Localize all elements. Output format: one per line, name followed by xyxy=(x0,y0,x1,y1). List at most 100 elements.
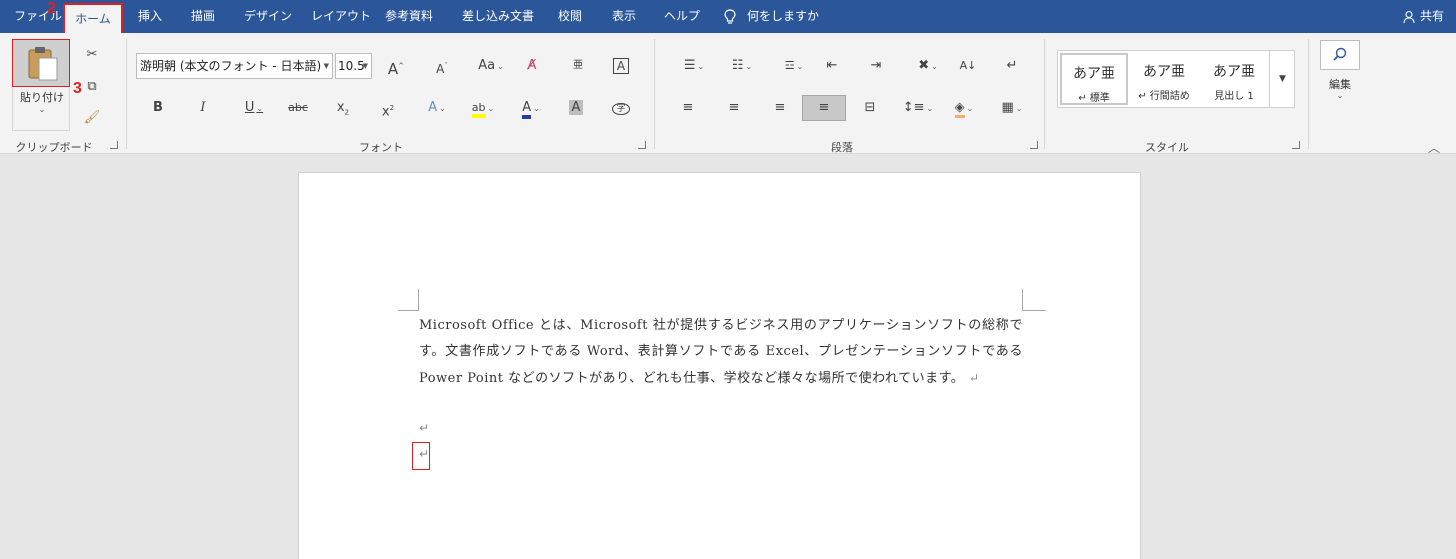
style-heading-1[interactable]: あア亜 見出し 1 xyxy=(1200,53,1268,105)
chevron-down-icon: ⌄ xyxy=(1336,91,1344,100)
increase-indent-icon[interactable]: ⇥ xyxy=(866,56,886,76)
search-icon xyxy=(1333,47,1347,61)
subscript-icon[interactable]: x2 xyxy=(333,98,353,118)
style-sample: あア亜 xyxy=(1143,64,1185,80)
crop-mark xyxy=(398,289,419,311)
ribbon: 貼り付け ⌄ ✂ ⧉ 🖌 クリップボード 游明朝 (本文のフォント - 日本語)… xyxy=(0,33,1456,156)
justify-button[interactable]: ≡ xyxy=(802,95,846,121)
superscript-icon[interactable]: x2 xyxy=(378,98,398,119)
document-page[interactable]: Microsoft Office とは、Microsoft 社が提供するビジネス… xyxy=(298,172,1141,559)
paragraph-group-label: 段落 xyxy=(831,141,853,154)
font-name-select[interactable]: 游明朝 (本文のフォント - 日本語) ▼ xyxy=(136,53,333,79)
tab-view[interactable]: 表示 xyxy=(612,0,636,33)
tell-me-search[interactable]: 何をしますか xyxy=(747,0,819,33)
tab-references[interactable]: 参考資料 xyxy=(385,0,433,33)
asian-layout-icon[interactable]: ✖ ⌄ xyxy=(912,56,944,76)
format-painter-icon[interactable]: 🖌 xyxy=(82,108,102,128)
group-divider xyxy=(1308,39,1309,149)
font-launcher-icon[interactable] xyxy=(638,141,646,149)
collapse-ribbon-icon[interactable]: ︿ xyxy=(1428,139,1440,156)
style-sample: あア亜 xyxy=(1213,64,1255,80)
empty-paragraph-mark[interactable]: ↵ xyxy=(419,447,429,461)
multilevel-list-icon[interactable]: ☲ ⌄ xyxy=(776,56,812,76)
styles-group-label: スタイル xyxy=(1145,141,1189,154)
italic-icon[interactable]: I xyxy=(193,98,213,118)
style-name: ↵ 標準 xyxy=(1078,93,1110,104)
tab-review[interactable]: 校閲 xyxy=(558,0,582,33)
chevron-down-icon: ▼ xyxy=(323,62,329,70)
tab-layout[interactable]: レイアウト xyxy=(311,0,371,33)
character-shading-icon[interactable]: A xyxy=(566,98,586,118)
bold-icon[interactable]: B xyxy=(148,98,168,118)
annotation-2: 2 xyxy=(47,0,56,17)
line-spacing-icon[interactable]: ↕≡ ⌄ xyxy=(900,98,936,118)
style-name: ↵ 行間詰め xyxy=(1138,91,1190,102)
underline-icon[interactable]: U ⌄ xyxy=(237,98,271,118)
user-icon xyxy=(1403,10,1415,23)
style-sample: あア亜 xyxy=(1073,66,1115,82)
group-divider xyxy=(126,39,127,149)
paste-label: 貼り付け xyxy=(20,91,64,104)
style-normal[interactable]: あア亜 ↵ 標準 xyxy=(1060,53,1128,105)
paragraph-launcher-icon[interactable] xyxy=(1030,141,1038,149)
font-size-select[interactable]: 10.5 ▼ xyxy=(335,53,372,79)
chevron-down-icon: ▼ xyxy=(362,62,368,70)
enclose-characters-icon[interactable]: 字 xyxy=(611,98,631,118)
paste-icon xyxy=(28,47,58,81)
group-divider xyxy=(654,39,655,149)
annotation-3: 3 xyxy=(73,80,82,97)
crop-mark xyxy=(1022,289,1046,311)
style-no-spacing[interactable]: あア亜 ↵ 行間詰め xyxy=(1130,53,1198,105)
phonetic-guide-icon[interactable]: 亜 xyxy=(568,56,588,76)
paste-options[interactable]: 貼り付け ⌄ xyxy=(12,87,70,131)
shrink-font-icon[interactable]: Aˇ xyxy=(432,56,452,76)
cut-icon[interactable]: ✂ xyxy=(82,45,102,65)
tab-insert[interactable]: 挿入 xyxy=(138,0,162,33)
font-size-value: 10.5 xyxy=(338,59,365,73)
bullets-icon[interactable]: ☰ ⌄ xyxy=(676,56,712,76)
align-right-icon[interactable]: ≡ xyxy=(770,98,790,118)
paragraph-text: Microsoft Office とは、Microsoft 社が提供するビジネス… xyxy=(419,318,1023,386)
tab-design[interactable]: デザイン xyxy=(244,0,292,33)
align-left-icon[interactable]: ≡ xyxy=(678,98,698,118)
font-color-icon[interactable]: A ⌄ xyxy=(514,98,548,119)
ribbon-tab-bar: ファイル ホーム 挿入 描画 デザイン レイアウト 参考資料 差し込み文書 校閲… xyxy=(0,0,1456,33)
show-formatting-marks-icon[interactable]: ↵ xyxy=(1002,56,1022,76)
lightbulb-icon[interactable] xyxy=(723,9,737,25)
editing-button[interactable] xyxy=(1320,40,1360,70)
grow-font-icon[interactable]: A^ xyxy=(386,56,406,78)
decrease-indent-icon[interactable]: ⇤ xyxy=(822,56,842,76)
text-effects-icon[interactable]: A ⌄ xyxy=(420,98,454,118)
paste-button[interactable] xyxy=(12,39,70,87)
share-label: 共有 xyxy=(1419,9,1444,23)
tab-home[interactable]: ホーム xyxy=(63,3,123,33)
numbering-icon[interactable]: ☷ ⌄ xyxy=(724,56,760,76)
group-divider xyxy=(1044,39,1045,149)
share-button[interactable]: 共有 xyxy=(1403,0,1444,33)
tab-draw[interactable]: 描画 xyxy=(191,0,215,33)
character-border-icon[interactable]: A xyxy=(611,56,631,76)
tab-mailings[interactable]: 差し込み文書 xyxy=(462,0,534,33)
highlight-color-icon[interactable]: ab ⌄ xyxy=(466,98,500,118)
borders-icon[interactable]: ▦ ⌄ xyxy=(994,98,1030,118)
styles-more-button[interactable]: ▼ xyxy=(1269,50,1295,108)
copy-icon[interactable]: ⧉ xyxy=(82,77,102,97)
tab-help[interactable]: ヘルプ xyxy=(664,0,700,33)
style-gallery: あア亜 ↵ 標準 あア亜 ↵ 行間詰め あア亜 見出し 1 xyxy=(1057,50,1295,108)
distributed-icon[interactable]: ⊟ xyxy=(860,98,880,118)
font-group-label: フォント xyxy=(359,141,403,154)
align-center-icon[interactable]: ≡ xyxy=(724,98,744,118)
body-paragraph[interactable]: Microsoft Office とは、Microsoft 社が提供するビジネス… xyxy=(419,313,1023,392)
clipboard-launcher-icon[interactable] xyxy=(110,141,118,149)
sort-icon[interactable]: A↓ xyxy=(958,56,978,76)
change-case-icon[interactable]: Aa ⌄ xyxy=(474,56,508,76)
shading-icon[interactable]: ◈ ⌄ xyxy=(946,98,982,118)
clipboard-group-label: クリップボード xyxy=(15,141,93,154)
empty-paragraph-mark[interactable]: ↵ xyxy=(419,421,429,435)
clear-formatting-icon[interactable]: A̸ xyxy=(522,56,542,76)
strikethrough-icon[interactable]: abc xyxy=(287,98,309,118)
editing-label: 編集 xyxy=(1329,78,1351,91)
font-name-value: 游明朝 (本文のフォント - 日本語) xyxy=(140,59,322,73)
style-name: 見出し 1 xyxy=(1214,91,1254,102)
styles-launcher-icon[interactable] xyxy=(1292,141,1300,149)
